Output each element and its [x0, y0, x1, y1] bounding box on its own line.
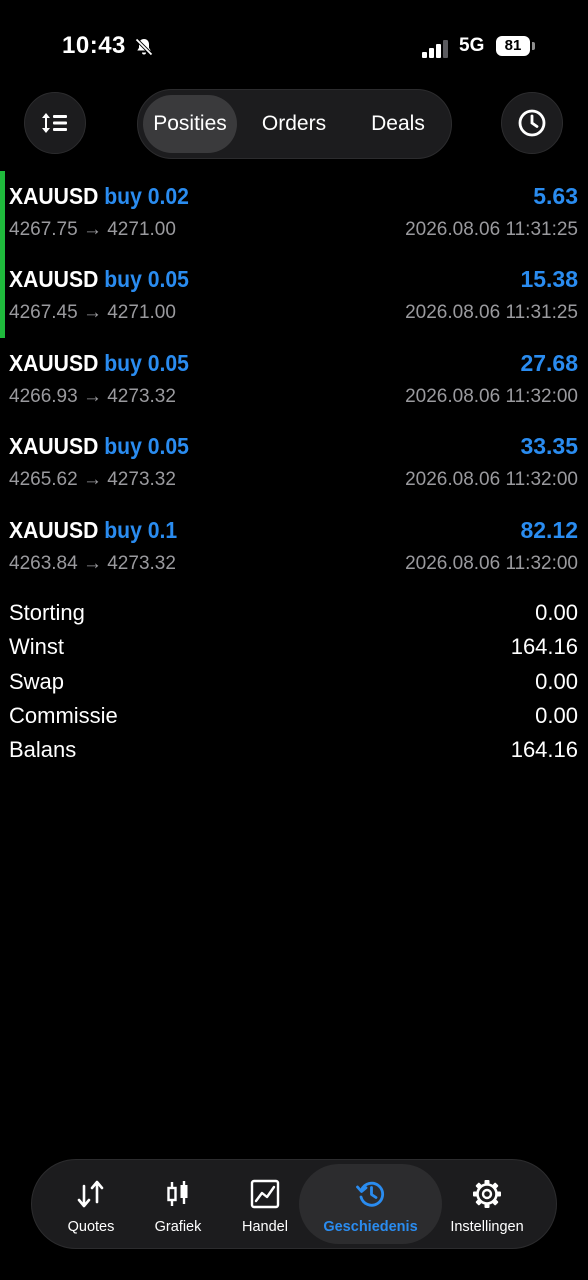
- summary-value: 0.00: [535, 600, 578, 625]
- deal-date: 2026.08.06 11:32:00: [405, 386, 578, 407]
- summary-value: 164.16: [510, 737, 578, 763]
- view-segmented-control: Posities Orders Deals: [137, 89, 452, 159]
- battery-level: 81: [496, 36, 530, 56]
- summary-row-commissie: Commissie 0.00: [0, 699, 588, 733]
- deal-row[interactable]: XAUUSD buy 0.1 82.12 4263.84 → 4273.32 2…: [0, 505, 588, 585]
- segment-deals[interactable]: Deals: [350, 95, 446, 153]
- deal-prices: 4266.93 → 4273.32: [9, 386, 176, 407]
- summary-label: Commissie: [9, 702, 118, 728]
- status-time: 10:43: [62, 32, 126, 59]
- deal-date: 2026.08.06 11:31:25: [405, 219, 578, 240]
- deal-prices: 4267.45 → 4271.00: [9, 302, 176, 323]
- summary-label: Swap: [9, 668, 65, 694]
- tab-label: Instellingen: [450, 1219, 524, 1235]
- summary-label: Winst: [9, 634, 64, 660]
- summary-row-swap: Swap 0.00: [0, 665, 588, 699]
- signal-bars-icon: [422, 40, 448, 58]
- sort-icon: [42, 113, 67, 133]
- segment-posities[interactable]: Posities: [143, 95, 237, 153]
- deal-side: buy 0.02: [104, 183, 189, 209]
- deal-prices: 4263.84 → 4273.32: [9, 553, 176, 574]
- deal-date: 2026.08.06 11:31:25: [405, 302, 578, 323]
- tab-label: Handel: [242, 1219, 288, 1235]
- open-indicator: [0, 171, 5, 255]
- deal-profit: 33.35: [520, 433, 578, 459]
- deal-row[interactable]: XAUUSD buy 0.05 27.68 4266.93 → 4273.32 …: [0, 338, 588, 418]
- period-button[interactable]: [501, 92, 563, 154]
- tab-instellingen[interactable]: Instellingen: [439, 1164, 535, 1244]
- battery-icon: 81: [496, 36, 536, 58]
- deal-symbol-name: XAUUSD: [9, 183, 99, 209]
- segment-orders[interactable]: Orders: [246, 95, 342, 153]
- deal-symbol: XAUUSD buy 0.05: [9, 433, 189, 460]
- tab-label: Quotes: [67, 1219, 115, 1235]
- deal-row[interactable]: XAUUSD buy 0.02 5.63 4267.75 → 4271.00 2…: [0, 171, 588, 255]
- bell-muted-icon: [135, 38, 153, 56]
- deal-side: buy 0.05: [104, 350, 189, 376]
- history-screen: 10:43 5G 81 Posities Orders Deals XAUUSD…: [0, 0, 588, 1280]
- deal-symbol-name: XAUUSD: [9, 266, 99, 292]
- deal-date: 2026.08.06 11:32:00: [405, 553, 578, 574]
- deal-symbol: XAUUSD buy 0.1: [9, 517, 177, 544]
- deal-symbol-name: XAUUSD: [9, 433, 99, 459]
- tab-grafiek[interactable]: Grafiek: [140, 1164, 216, 1244]
- deal-symbol: XAUUSD buy 0.05: [9, 350, 189, 377]
- tab-label: Geschiedenis: [323, 1219, 418, 1235]
- deal-profit: 82.12: [520, 517, 578, 543]
- tab-handel[interactable]: Handel: [226, 1164, 304, 1244]
- deal-prices: 4265.62 → 4273.32: [9, 469, 176, 490]
- gear-icon: [473, 1180, 501, 1208]
- deal-row[interactable]: XAUUSD buy 0.05 33.35 4265.62 → 4273.32 …: [0, 421, 588, 501]
- summary-value: 0.00: [535, 702, 578, 728]
- deal-prices: 4267.75 → 4271.00: [9, 219, 176, 240]
- deal-profit: 5.63: [533, 183, 578, 209]
- candlestick-icon: [167, 1181, 188, 1206]
- deal-row[interactable]: XAUUSD buy 0.05 15.38 4267.45 → 4271.00 …: [0, 254, 588, 338]
- summary-label: Storting: [9, 600, 85, 625]
- open-indicator: [0, 254, 5, 338]
- sort-button[interactable]: [24, 92, 86, 154]
- summary-value: 0.00: [535, 668, 578, 694]
- deal-date: 2026.08.06 11:32:00: [405, 469, 578, 490]
- history-icon: [355, 1181, 384, 1207]
- bottom-tab-bar: Quotes Grafiek Handel Geschiedenis Inste…: [31, 1159, 557, 1249]
- summary-row-storting: Storting 0.00: [0, 596, 588, 630]
- deal-side: buy 0.05: [104, 266, 189, 292]
- tab-geschiedenis[interactable]: Geschiedenis: [299, 1164, 442, 1244]
- trade-chart-icon: [250, 1179, 280, 1209]
- deal-profit: 15.38: [520, 266, 578, 292]
- deal-symbol: XAUUSD buy 0.02: [9, 183, 189, 210]
- summary-row-balans: Balans 164.16: [0, 733, 588, 767]
- summary-section: Storting 0.00 Winst 164.16 Swap 0.00 Com…: [0, 596, 588, 767]
- deal-side: buy 0.05: [104, 433, 189, 459]
- quotes-arrows-icon: [77, 1180, 104, 1208]
- status-bar: 10:43 5G 81: [0, 30, 588, 66]
- tab-label: Grafiek: [154, 1219, 202, 1235]
- summary-value: 164.16: [510, 634, 578, 660]
- tab-quotes[interactable]: Quotes: [52, 1164, 130, 1244]
- deal-profit: 27.68: [520, 350, 578, 376]
- deal-symbol-name: XAUUSD: [9, 350, 99, 376]
- deal-symbol: XAUUSD buy 0.05: [9, 266, 189, 293]
- clock-icon: [518, 109, 546, 137]
- deal-symbol-name: XAUUSD: [9, 517, 99, 543]
- summary-label: Balans: [9, 737, 77, 763]
- battery-tip: [532, 42, 535, 50]
- deal-side: buy 0.1: [104, 517, 178, 543]
- network-type: 5G: [459, 35, 485, 56]
- summary-row-winst: Winst 164.16: [0, 630, 588, 664]
